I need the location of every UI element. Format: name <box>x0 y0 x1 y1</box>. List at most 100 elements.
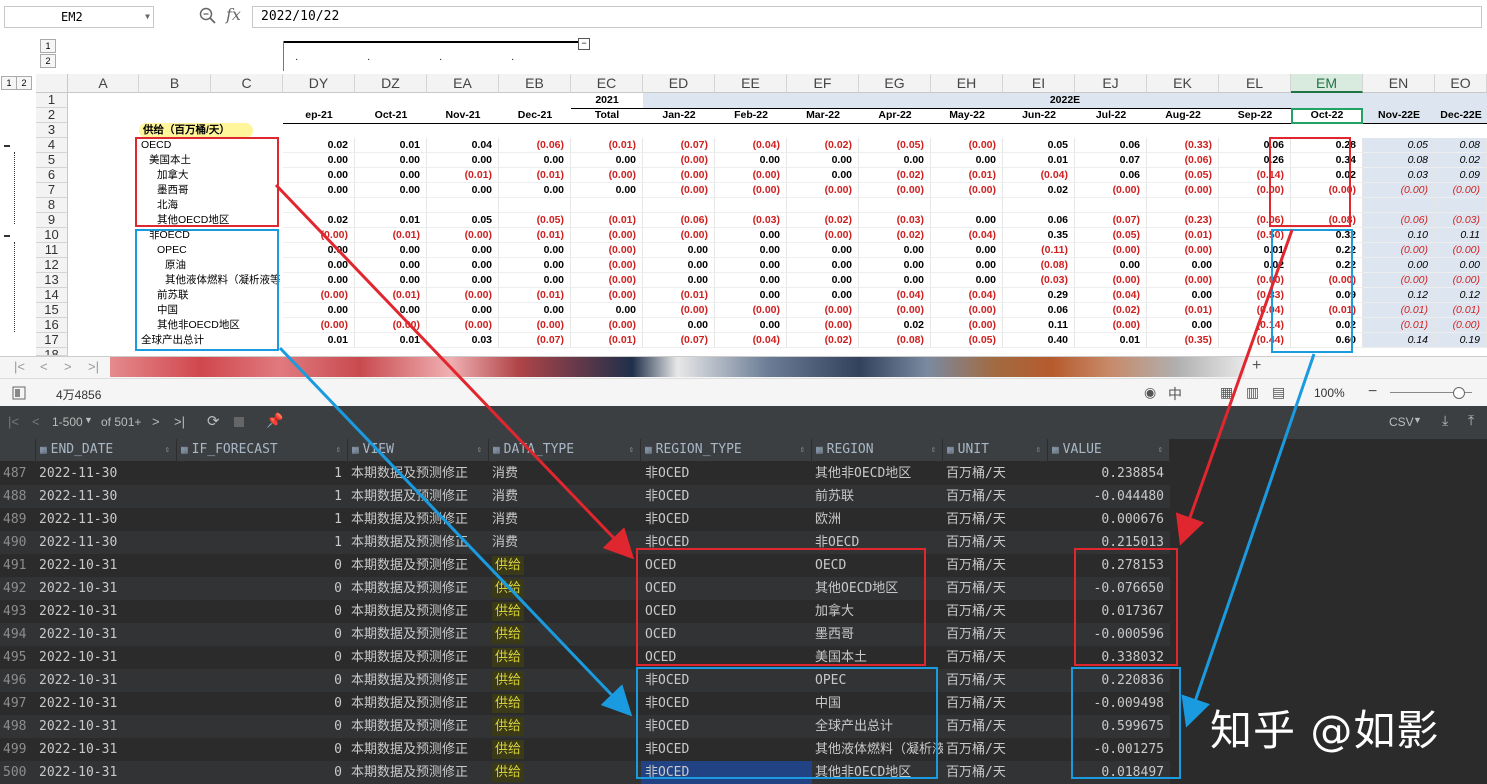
value-cell[interactable]: (0.44) <box>1219 333 1291 348</box>
db-cell-value[interactable]: 0.018497 <box>1048 761 1170 784</box>
db-cell-data-type[interactable]: 供给 <box>489 554 641 577</box>
column-header-ee[interactable]: EE <box>715 74 787 93</box>
value-cell[interactable]: 0.00 <box>787 273 859 288</box>
value-cell[interactable]: (0.00) <box>571 288 643 303</box>
db-cell-region-type[interactable]: 非OCED <box>641 692 812 715</box>
zoom-level[interactable]: 100% <box>1314 386 1345 400</box>
value-cell[interactable]: 0.00 <box>355 153 427 168</box>
db-cell-value[interactable]: -0.044480 <box>1048 485 1170 508</box>
column-header-ek[interactable]: EK <box>1147 74 1219 93</box>
db-cell-if-forecast[interactable]: 1 <box>177 508 348 531</box>
value-cell[interactable]: 0.00 <box>1363 258 1435 273</box>
value-cell[interactable]: (0.01) <box>1147 303 1219 318</box>
value-cell[interactable]: 0.60 <box>1291 333 1363 348</box>
db-cell-unit[interactable]: 百万桶/天 <box>943 554 1048 577</box>
value-cell[interactable]: 0.06 <box>1075 168 1147 183</box>
value-cell[interactable]: 0.01 <box>355 333 427 348</box>
value-cell[interactable]: 0.06 <box>1003 303 1075 318</box>
value-cell[interactable]: 0.00 <box>787 243 859 258</box>
value-cell[interactable]: 0.00 <box>859 258 931 273</box>
value-cell[interactable]: 0.00 <box>715 228 787 243</box>
value-cell[interactable]: (0.00) <box>931 303 1003 318</box>
value-cell[interactable]: 0.06 <box>1003 213 1075 228</box>
db-cell-region-type[interactable]: 非OCED <box>641 715 812 738</box>
value-cell[interactable]: (0.01) <box>355 228 427 243</box>
db-cell-if-forecast[interactable]: 0 <box>177 577 348 600</box>
db-cell-view[interactable]: 本期数据及预测修正 <box>348 485 489 508</box>
row-header-8[interactable]: 8 <box>36 198 68 213</box>
value-cell[interactable]: (0.04) <box>1003 168 1075 183</box>
db-cell-view[interactable]: 本期数据及预测修正 <box>348 692 489 715</box>
value-cell[interactable]: (0.00) <box>1219 183 1291 198</box>
db-cell-unit[interactable]: 百万桶/天 <box>943 715 1048 738</box>
value-cell[interactable]: (0.01) <box>1363 303 1435 318</box>
db-cell-end-date[interactable]: 2022-10-31 <box>36 577 177 600</box>
value-cell[interactable]: 0.05 <box>1363 138 1435 153</box>
value-cell[interactable]: (0.00) <box>643 153 715 168</box>
value-cell[interactable]: 0.00 <box>427 303 499 318</box>
row-header-15[interactable]: 15 <box>36 303 68 318</box>
value-cell[interactable]: (0.00) <box>355 318 427 333</box>
column-header-a[interactable]: A <box>68 74 139 93</box>
value-cell[interactable]: (0.04) <box>715 138 787 153</box>
value-cell[interactable]: 0.06 <box>1219 138 1291 153</box>
db-cell-end-date[interactable]: 2022-10-31 <box>36 600 177 623</box>
value-cell[interactable]: (0.00) <box>1435 243 1487 258</box>
db-cell-end-date[interactable]: 2022-10-31 <box>36 669 177 692</box>
db-cell-if-forecast[interactable]: 0 <box>177 715 348 738</box>
value-cell[interactable]: (0.04) <box>1075 288 1147 303</box>
value-cell[interactable]: (0.02) <box>787 213 859 228</box>
value-cell[interactable]: 0.10 <box>1363 228 1435 243</box>
sort-icon[interactable]: ⇕ <box>336 439 341 461</box>
db-column-header-region-type[interactable]: ▦ REGION_TYPE ⇕ <box>641 439 812 461</box>
db-cell-value[interactable]: -0.076650 <box>1048 577 1170 600</box>
value-cell[interactable]: 0.08 <box>1435 138 1487 153</box>
value-cell[interactable]: 0.09 <box>1291 288 1363 303</box>
value-cell[interactable]: (0.35) <box>1147 333 1219 348</box>
db-row-number[interactable]: 492 <box>0 577 36 600</box>
value-cell[interactable]: 0.00 <box>499 273 571 288</box>
value-cell[interactable]: 0.00 <box>499 258 571 273</box>
value-cell[interactable]: (0.00) <box>571 273 643 288</box>
value-cell[interactable]: 0.00 <box>1075 258 1147 273</box>
value-cell[interactable]: (0.11) <box>1003 243 1075 258</box>
column-header-dy[interactable]: DY <box>283 74 355 93</box>
value-cell[interactable]: 0.00 <box>427 153 499 168</box>
value-cell[interactable]: 0.01 <box>1219 243 1291 258</box>
value-cell[interactable]: 0.00 <box>787 258 859 273</box>
db-column-header-end-date[interactable]: ▦ END_DATE ⇕ <box>36 439 177 461</box>
row-header-11[interactable]: 11 <box>36 243 68 258</box>
value-cell[interactable]: 0.14 <box>1363 333 1435 348</box>
value-cell[interactable]: (0.00) <box>715 168 787 183</box>
value-cell[interactable]: 0.00 <box>427 243 499 258</box>
value-cell[interactable]: 0.00 <box>715 153 787 168</box>
db-cell-unit[interactable]: 百万桶/天 <box>943 646 1048 669</box>
zoom-icon[interactable] <box>198 6 218 26</box>
row-header-6[interactable]: 6 <box>36 168 68 183</box>
db-cell-unit[interactable]: 百万桶/天 <box>943 577 1048 600</box>
value-cell[interactable]: 0.00 <box>787 153 859 168</box>
db-column-header-unit[interactable]: ▦ UNIT ⇕ <box>943 439 1048 461</box>
row-header-5[interactable]: 5 <box>36 153 68 168</box>
db-cell-unit[interactable]: 百万桶/天 <box>943 738 1048 761</box>
value-cell[interactable]: 0.00 <box>499 243 571 258</box>
value-cell[interactable]: (0.01) <box>1147 228 1219 243</box>
column-header-c[interactable]: C <box>211 74 283 93</box>
value-cell[interactable]: (0.03) <box>859 213 931 228</box>
value-cell[interactable]: (0.23) <box>1147 213 1219 228</box>
db-cell-value[interactable]: 0.238854 <box>1048 462 1170 485</box>
refresh-icon[interactable]: ⟳ <box>207 412 220 430</box>
value-cell[interactable]: (0.08) <box>1291 213 1363 228</box>
value-cell[interactable] <box>931 198 1003 213</box>
db-column-header-if-forecast[interactable]: ▦ IF_FORECAST ⇕ <box>177 439 348 461</box>
db-cell-region-type[interactable]: 非OCED <box>641 761 812 784</box>
db-cell-value[interactable]: 0.220836 <box>1048 669 1170 692</box>
sort-icon[interactable]: ⇕ <box>1158 439 1163 461</box>
value-cell[interactable]: 0.00 <box>787 288 859 303</box>
column-header-el[interactable]: EL <box>1219 74 1291 93</box>
column-header-ea[interactable]: EA <box>427 74 499 93</box>
value-cell[interactable]: (0.05) <box>859 138 931 153</box>
value-cell[interactable]: 0.00 <box>931 243 1003 258</box>
value-cell[interactable]: 0.00 <box>499 303 571 318</box>
value-cell[interactable]: 0.00 <box>643 243 715 258</box>
